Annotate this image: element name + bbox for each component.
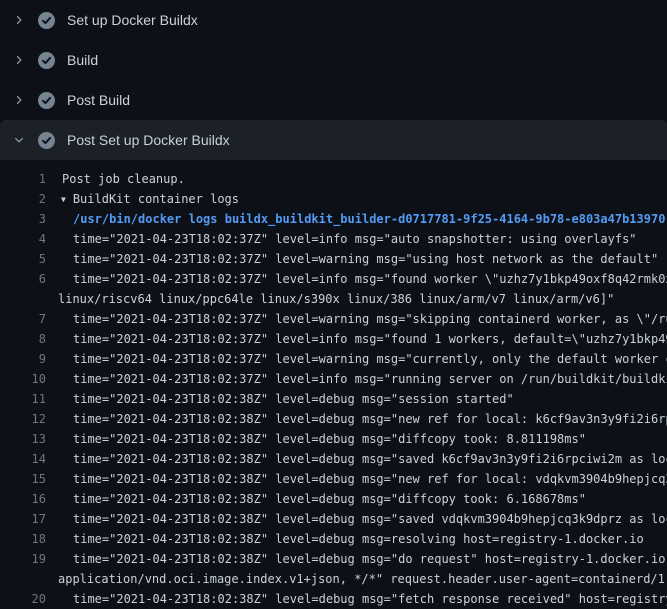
log-line-text: linux/riscv64 linux/ppc64le linux/s390x … <box>58 289 614 309</box>
log-line-continuation: linux/riscv64 linux/ppc64le linux/s390x … <box>0 289 667 309</box>
log-line: 3/usr/bin/docker logs buildx_buildkit_bu… <box>0 209 667 229</box>
log-line-number[interactable]: 18 <box>0 529 46 549</box>
log-line-number[interactable]: 11 <box>0 389 46 409</box>
check-circle-icon <box>38 92 55 109</box>
log-line-text: time="2021-04-23T18:02:37Z" level=info m… <box>73 329 667 349</box>
log-line: 2 ▼ BuildKit container logs <box>0 189 667 209</box>
log-line-text: time="2021-04-23T18:02:38Z" level=debug … <box>73 529 644 549</box>
check-circle-icon <box>38 132 55 149</box>
log-line-text: time="2021-04-23T18:02:38Z" level=debug … <box>73 489 586 509</box>
log-line-number[interactable]: 1 <box>0 169 46 189</box>
log-line-number[interactable]: 19 <box>0 549 46 569</box>
log-line-number[interactable]: 10 <box>0 369 46 389</box>
log-line: 9 time="2021-04-23T18:02:37Z" level=warni… <box>0 349 667 369</box>
log-line-number[interactable]: 15 <box>0 469 46 489</box>
steps-list: Set up Docker Buildx Build Post Build Po… <box>0 0 667 160</box>
log-line-number[interactable]: 7 <box>0 309 46 329</box>
step-row-post-set-up-docker-buildx[interactable]: Post Set up Docker Buildx <box>0 120 667 160</box>
log-line-text: time="2021-04-23T18:02:37Z" level=warnin… <box>73 249 658 269</box>
log-line-text: time="2021-04-23T18:02:38Z" level=debug … <box>73 589 667 609</box>
log-line-number[interactable]: 13 <box>0 429 46 449</box>
chevron-down-icon <box>13 134 25 146</box>
log-line: 5 time="2021-04-23T18:02:37Z" level=warni… <box>0 249 667 269</box>
log-line: 7 time="2021-04-23T18:02:37Z" level=warni… <box>0 309 667 329</box>
log-line-text: time="2021-04-23T18:02:38Z" level=debug … <box>73 449 667 469</box>
chevron-right-icon <box>13 54 25 66</box>
step-label: Set up Docker Buildx <box>67 12 198 28</box>
log-line: 8 time="2021-04-23T18:02:37Z" level=info … <box>0 329 667 349</box>
group-expand-triangle-icon[interactable]: ▼ <box>61 190 66 209</box>
log-line: 13 time="2021-04-23T18:02:38Z" level=debu… <box>0 429 667 449</box>
log-line-number[interactable]: 16 <box>0 489 46 509</box>
log-line: 10 time="2021-04-23T18:02:37Z" level=info… <box>0 369 667 389</box>
log-line: 6 time="2021-04-23T18:02:37Z" level=info … <box>0 269 667 289</box>
log-line-number[interactable]: 5 <box>0 249 46 269</box>
log-line-text: Post job cleanup. <box>62 169 185 189</box>
step-label: Post Set up Docker Buildx <box>67 132 230 148</box>
log-line-text: time="2021-04-23T18:02:37Z" level=warnin… <box>73 349 667 369</box>
log-command-text: /usr/bin/docker logs buildx_buildkit_bui… <box>73 209 665 229</box>
log-line-number[interactable]: 6 <box>0 269 46 289</box>
log-viewer[interactable]: 1 Post job cleanup. 2 ▼ BuildKit container l… <box>0 160 667 609</box>
chevron-right-icon <box>13 94 25 106</box>
chevron-right-icon <box>13 14 25 26</box>
log-line: 14 time="2021-04-23T18:02:38Z" level=debu… <box>0 449 667 469</box>
log-line-text: time="2021-04-23T18:02:38Z" level=debug … <box>73 429 586 449</box>
step-row-set-up-docker-buildx[interactable]: Set up Docker Buildx <box>0 0 667 40</box>
log-line-number[interactable]: 20 <box>0 589 46 609</box>
log-line-text: time="2021-04-23T18:02:37Z" level=info m… <box>73 269 667 289</box>
log-line-number[interactable]: 4 <box>0 229 46 249</box>
step-row-post-build[interactable]: Post Build <box>0 80 667 120</box>
log-line: 16 time="2021-04-23T18:02:38Z" level=debu… <box>0 489 667 509</box>
log-line-text: time="2021-04-23T18:02:38Z" level=debug … <box>73 509 667 529</box>
check-circle-icon <box>38 52 55 69</box>
log-line-text: time="2021-04-23T18:02:38Z" level=debug … <box>73 409 667 429</box>
log-line-number[interactable]: 14 <box>0 449 46 469</box>
step-label: Build <box>67 52 98 68</box>
step-row-build[interactable]: Build <box>0 40 667 80</box>
log-line-text: time="2021-04-23T18:02:38Z" level=debug … <box>73 549 667 569</box>
log-line-number[interactable]: 8 <box>0 329 46 349</box>
log-line-text: time="2021-04-23T18:02:37Z" level=info m… <box>73 369 667 389</box>
log-line-text: application/vnd.oci.image.index.v1+json,… <box>58 569 667 589</box>
step-label: Post Build <box>67 92 130 108</box>
log-group-title: BuildKit container logs <box>73 192 239 206</box>
log-group-header[interactable]: ▼ BuildKit container logs <box>61 189 239 209</box>
log-line: 11 time="2021-04-23T18:02:38Z" level=debu… <box>0 389 667 409</box>
log-line: 18 time="2021-04-23T18:02:38Z" level=debu… <box>0 529 667 549</box>
log-line-continuation: application/vnd.oci.image.index.v1+json,… <box>0 569 667 589</box>
log-line-text: time="2021-04-23T18:02:37Z" level=warnin… <box>73 309 667 329</box>
log-line-text: time="2021-04-23T18:02:38Z" level=debug … <box>73 389 514 409</box>
log-line-number[interactable]: 9 <box>0 349 46 369</box>
log-line: 4 time="2021-04-23T18:02:37Z" level=info … <box>0 229 667 249</box>
log-line: 15 time="2021-04-23T18:02:38Z" level=debu… <box>0 469 667 489</box>
log-line-number[interactable]: 17 <box>0 509 46 529</box>
check-circle-icon <box>38 12 55 29</box>
log-line-text: time="2021-04-23T18:02:37Z" level=info m… <box>73 229 637 249</box>
log-line-text: time="2021-04-23T18:02:38Z" level=debug … <box>73 469 667 489</box>
log-line: 17 time="2021-04-23T18:02:38Z" level=debu… <box>0 509 667 529</box>
log-line: 19 time="2021-04-23T18:02:38Z" level=debu… <box>0 549 667 569</box>
log-line-number[interactable]: 12 <box>0 409 46 429</box>
log-line: 20 time="2021-04-23T18:02:38Z" level=debu… <box>0 589 667 609</box>
log-line: 12 time="2021-04-23T18:02:38Z" level=debu… <box>0 409 667 429</box>
log-line: 1 Post job cleanup. <box>0 169 667 189</box>
log-line-number[interactable]: 3 <box>0 209 46 229</box>
log-line-number[interactable]: 2 <box>0 189 46 209</box>
